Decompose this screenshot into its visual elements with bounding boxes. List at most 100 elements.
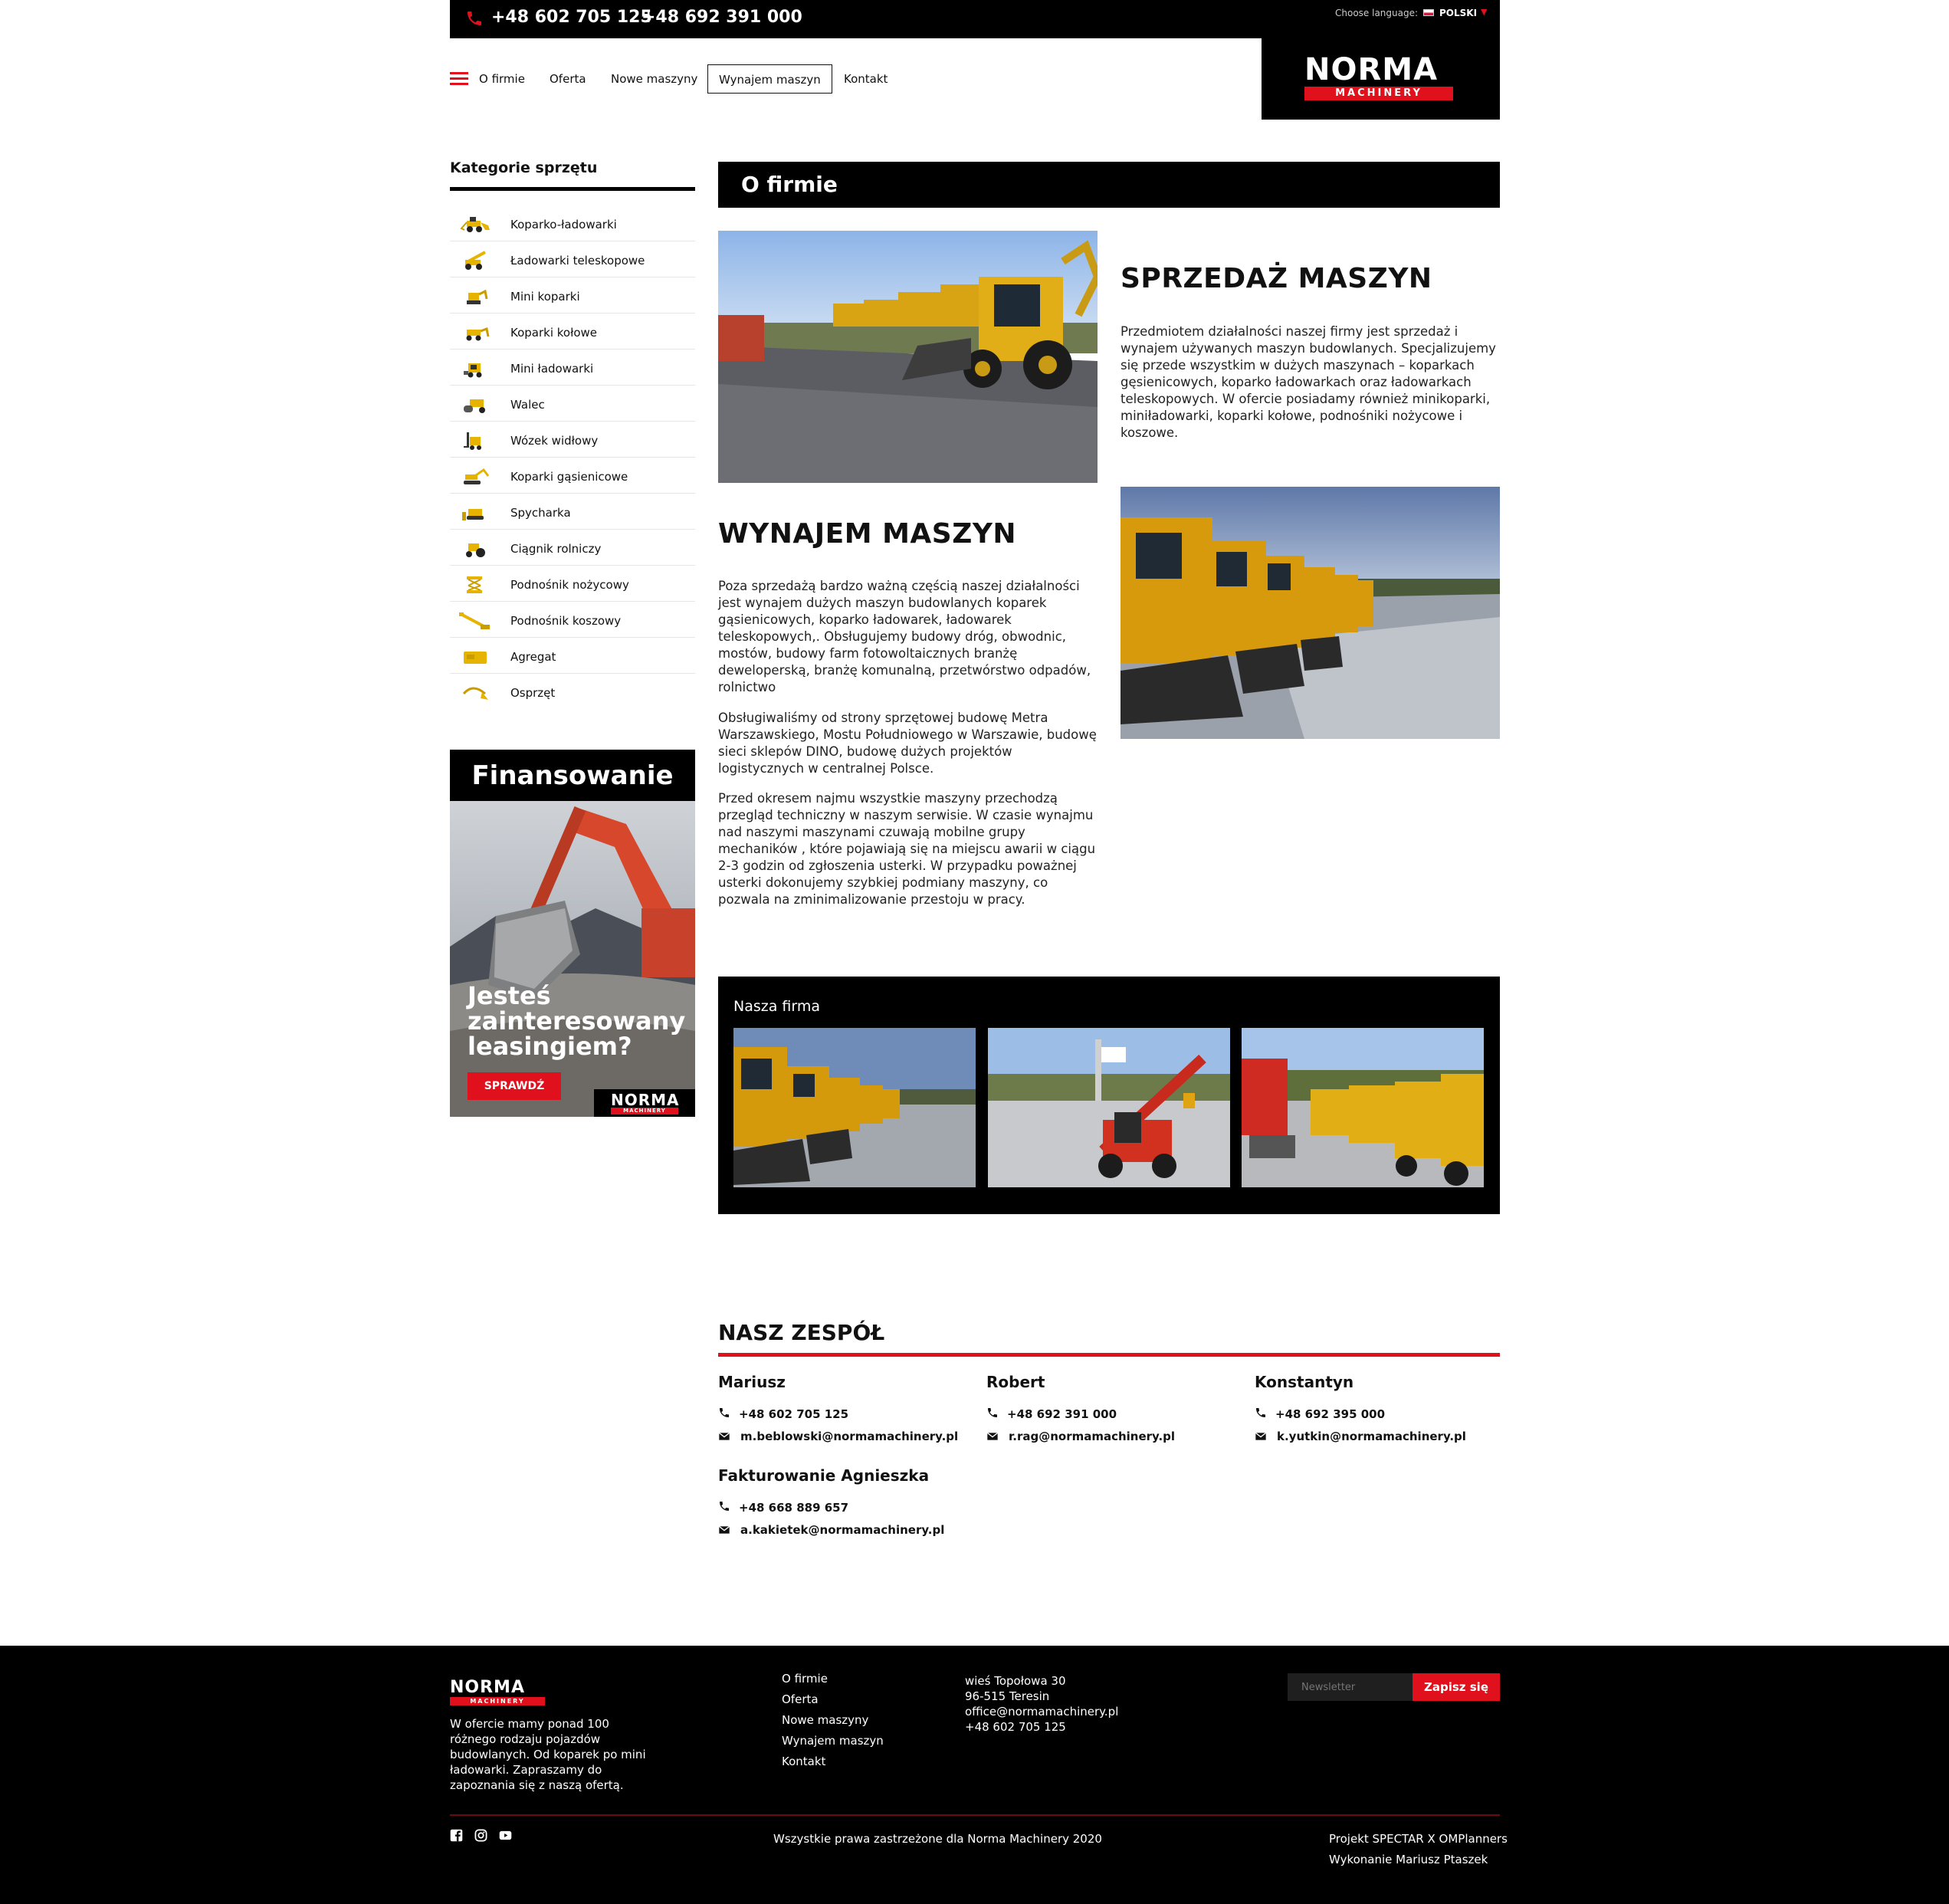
phone-icon	[1256, 1408, 1265, 1417]
banner-logo-subtitle: MACHINERY	[611, 1108, 678, 1114]
newsletter-input[interactable]	[1288, 1673, 1413, 1701]
category-item[interactable]: Spycharka	[450, 494, 695, 530]
skid-steer-icon	[464, 363, 482, 378]
category-item[interactable]: Koparko-ładowarki	[450, 205, 695, 241]
top-bar: +48 602 705 125 +48 692 391 000 Choose l…	[450, 0, 1500, 38]
phone-icon	[988, 1408, 997, 1417]
team-member-email[interactable]: a.kakietek@normamachinery.pl	[740, 1523, 944, 1537]
category-item[interactable]: Koparki kołowe	[450, 314, 695, 350]
footer-link-oferta[interactable]: Oferta	[782, 1692, 819, 1706]
category-item[interactable]: Mini koparki	[450, 277, 695, 314]
phone-icon	[720, 1502, 729, 1511]
category-label: Walec	[510, 398, 545, 412]
site-footer: NORMA MACHINERY W ofercie mamy ponad 100…	[0, 1646, 1949, 1904]
footer-link-kontakt[interactable]: Kontakt	[782, 1755, 825, 1768]
telehandler-icon	[465, 251, 486, 270]
nav-item-kontakt[interactable]: Kontakt	[844, 64, 888, 94]
facebook-icon[interactable]	[450, 1829, 463, 1842]
category-label: Ciągnik rolniczy	[510, 542, 602, 556]
check-financing-button[interactable]: SPRAWDŹ	[468, 1072, 561, 1100]
category-item[interactable]: Osprzęt	[450, 674, 695, 710]
company-gallery: Nasza firma	[718, 977, 1500, 1214]
phone-icon	[720, 1408, 729, 1417]
sales-photo	[718, 231, 1098, 483]
footer-address-city: 96-515 Teresin	[965, 1689, 1050, 1703]
category-label: Osprzęt	[510, 686, 556, 700]
category-item[interactable]: Mini ładowarki	[450, 350, 695, 386]
attachment-icon	[462, 687, 488, 700]
footer-description: W ofercie mamy ponad 100 różnego rodzaju…	[450, 1717, 646, 1792]
category-item[interactable]: Walec	[450, 386, 695, 422]
team-member-phone[interactable]: +48 668 889 657	[739, 1501, 848, 1515]
financing-headline: Jesteś zainteresowany leasingiem?	[468, 981, 686, 1061]
logo-subtitle: MACHINERY	[1304, 87, 1453, 100]
category-item[interactable]: Ładowarki teleskopowe	[450, 241, 695, 277]
team-member-phone[interactable]: +48 602 705 125	[739, 1407, 848, 1421]
footer-link-o-firmie[interactable]: O firmie	[782, 1672, 828, 1686]
footer-phone[interactable]: +48 602 705 125	[965, 1720, 1066, 1734]
nav-item-oferta[interactable]: Oferta	[550, 64, 586, 94]
wheeled-excavator-icon	[466, 327, 490, 341]
footer-logo[interactable]: NORMA MACHINERY	[450, 1678, 546, 1709]
team-member-phone[interactable]: +48 692 395 000	[1275, 1407, 1385, 1421]
footer-logo-wordmark: NORMA	[450, 1678, 525, 1697]
boom-lift-icon	[459, 612, 490, 629]
gallery-thumb[interactable]	[988, 1028, 1230, 1187]
category-item[interactable]: Wózek widłowy	[450, 422, 695, 458]
category-item[interactable]: Ciągnik rolniczy	[450, 530, 695, 566]
category-label: Koparki kołowe	[510, 326, 598, 340]
development-credit: Wykonanie Mariusz Ptaszek	[1329, 1853, 1488, 1866]
bulldozer-icon	[462, 509, 484, 520]
phone-number-2[interactable]: +48 692 391 000	[641, 8, 802, 27]
gallery-thumb[interactable]	[733, 1028, 976, 1187]
team-member-phone[interactable]: +48 692 391 000	[1007, 1407, 1117, 1421]
mini-excavator-icon	[467, 289, 488, 304]
banner-logo-wordmark: NORMA	[611, 1091, 680, 1109]
instagram-icon[interactable]	[474, 1829, 487, 1842]
excavator-image	[450, 801, 695, 1117]
team-member-email[interactable]: m.beblowski@normamachinery.pl	[740, 1430, 958, 1443]
gallery-image-backhoes	[733, 1028, 976, 1187]
category-label: Koparki gąsienicowe	[510, 470, 628, 484]
copyright-text: Wszystkie prawa zastrzeżone dla Norma Ma…	[773, 1832, 1102, 1846]
language-label: Choose language:	[1335, 8, 1419, 18]
nav-item-wynajem-maszyn[interactable]: Wynajem maszyn	[707, 64, 832, 94]
category-item[interactable]: Podnośnik koszowy	[450, 602, 695, 638]
generator-icon	[464, 652, 487, 664]
categories-title: Kategorie sprzętu	[450, 159, 598, 176]
category-item[interactable]: Agregat	[450, 638, 695, 674]
category-label: Podnośnik koszowy	[510, 614, 622, 628]
financing-title: Finansowanie	[471, 760, 674, 791]
nav-item-o-firmie[interactable]: O firmie	[479, 64, 525, 94]
newsletter-subscribe-button[interactable]: Zapisz się	[1413, 1673, 1500, 1701]
caret-down-icon[interactable]: ▼	[1481, 7, 1487, 17]
financing-banner[interactable]: Finansowanie Jesteś zainteresowany leasi…	[450, 750, 695, 1117]
footer-address-street: wieś Topołowa 30	[965, 1674, 1066, 1688]
site-logo[interactable]: NORMA MACHINERY	[1262, 38, 1500, 120]
rental-paragraph-1: Poza sprzedażą bardzo ważną częścią nasz…	[718, 579, 1091, 694]
youtube-icon[interactable]	[499, 1829, 512, 1842]
footer-link-wynajem-maszyn[interactable]: Wynajem maszyn	[782, 1734, 884, 1748]
envelope-icon	[718, 1432, 730, 1440]
phone-number-1[interactable]: +48 602 705 125	[491, 8, 652, 27]
hamburger-menu-icon[interactable]	[450, 72, 468, 86]
gallery-thumb[interactable]	[1242, 1028, 1484, 1187]
team-heading: NASZ ZESPÓŁ	[718, 1320, 885, 1345]
page-title: O firmie	[741, 172, 838, 197]
category-item[interactable]: Podnośnik nożycowy	[450, 566, 695, 602]
tractor-icon	[466, 543, 485, 557]
rental-paragraph-2: Obsługiwaliśmy od strony sprzętowej budo…	[718, 711, 1097, 776]
footer-email[interactable]: office@normamachinery.pl	[965, 1705, 1118, 1719]
team-member-email[interactable]: r.rag@normamachinery.pl	[1009, 1430, 1175, 1443]
nav-item-nowe-maszyny[interactable]: Nowe maszyny	[611, 64, 697, 94]
team-divider	[718, 1353, 1500, 1357]
team-member-email[interactable]: k.yutkin@normamachinery.pl	[1277, 1430, 1466, 1443]
team-member-name: Konstantyn	[1255, 1373, 1354, 1391]
roller-icon	[464, 399, 485, 413]
footer-link-nowe-maszyny[interactable]: Nowe maszyny	[782, 1713, 868, 1727]
category-label: Koparko-ładowarki	[510, 218, 617, 231]
sales-description: Przedmiotem działalności naszej firmy je…	[1121, 324, 1496, 440]
category-item[interactable]: Koparki gąsienicowe	[450, 458, 695, 494]
banner-logo: NORMA MACHINERY	[594, 1089, 695, 1117]
language-selector[interactable]: POLSKI	[1439, 8, 1477, 18]
